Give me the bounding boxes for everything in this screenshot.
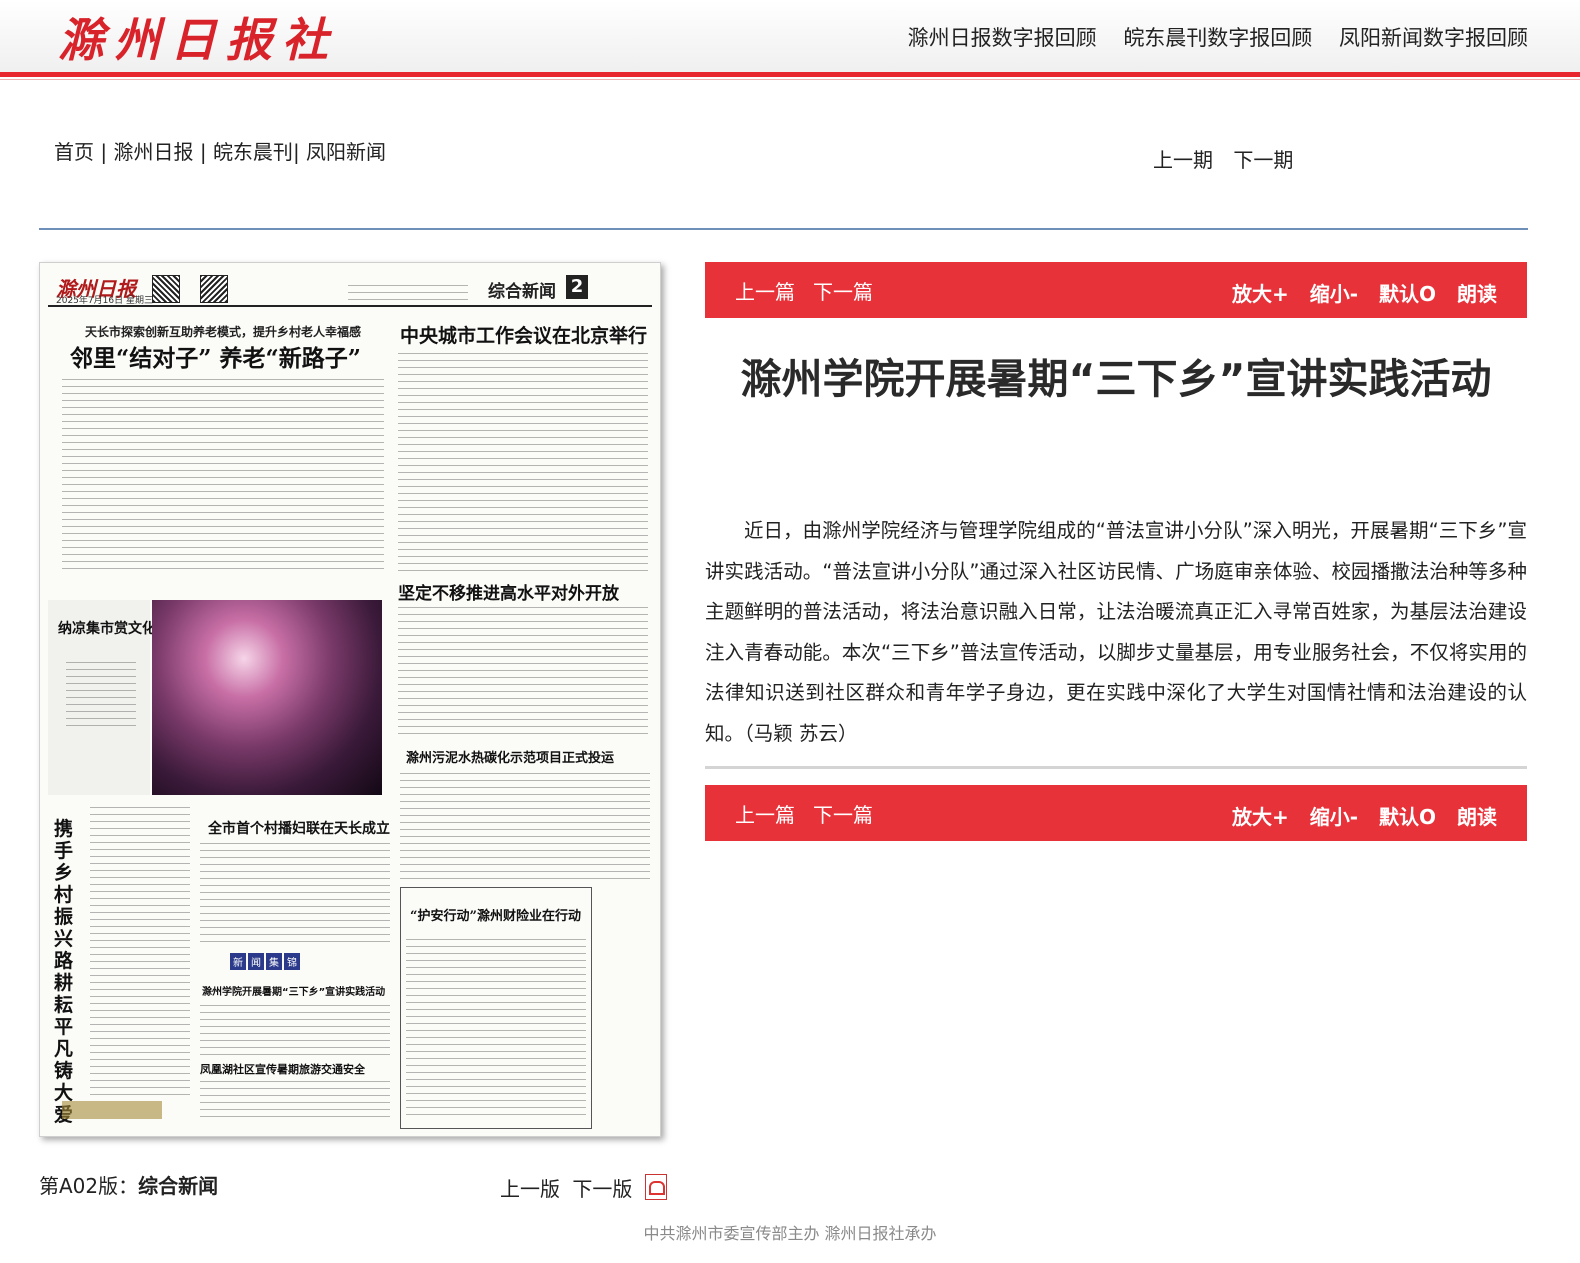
dance-performance-photo[interactable] xyxy=(152,600,382,795)
article-kicker[interactable]: 天长市探索创新互助养老模式，提升乡村老人幸福感 xyxy=(85,323,361,340)
article-headline-finance[interactable]: “护安行动”滁州财险业在行动 xyxy=(410,905,581,924)
article-toolbar-top: 上一篇 下一篇 放大+ 缩小- 默认O 朗读 xyxy=(705,262,1527,318)
nav-separator: | xyxy=(199,140,207,164)
qr-code-icon xyxy=(152,275,180,303)
issue-nav: 上一期 下一期 xyxy=(1153,144,1307,173)
pdf-download-icon[interactable] xyxy=(644,1174,667,1200)
nav-wandong[interactable]: 皖东晨刊 xyxy=(213,140,293,164)
article-headline-vertical[interactable]: 携手乡村振兴路 耕耘平凡铸大爱 xyxy=(54,818,76,1126)
page-label-name: 综合新闻 xyxy=(138,1174,219,1198)
zoom-out-button[interactable]: 缩小- xyxy=(1310,805,1358,829)
nav-fengyang[interactable]: 凤阳新闻 xyxy=(306,140,386,164)
next-article-link[interactable]: 下一篇 xyxy=(813,276,873,305)
article-headline-city-conference[interactable]: 中央城市工作会议在北京举行 xyxy=(400,321,647,348)
brief-tag-char: 新 xyxy=(230,953,246,970)
editor-credits xyxy=(348,281,468,301)
link-fengyang-archive[interactable]: 凤阳新闻数字报回顾 xyxy=(1339,26,1528,50)
zoom-in-button[interactable]: 放大+ xyxy=(1232,282,1289,306)
prev-article-link[interactable]: 上一篇 xyxy=(735,799,795,828)
nav-chuzhou-daily[interactable]: 滁州日报 xyxy=(113,140,193,164)
link-chuzhou-daily-archive[interactable]: 滁州日报数字报回顾 xyxy=(908,26,1097,50)
prev-issue-link[interactable]: 上一期 xyxy=(1153,148,1213,172)
article-text-block xyxy=(400,769,650,879)
footer-decoration xyxy=(62,1101,162,1119)
qr-code-icon xyxy=(200,275,228,303)
article-headline-sludge[interactable]: 滁州污泥水热碳化示范项目正式投运 xyxy=(406,747,614,766)
archive-links: 滁州日报数字报回顾 皖东晨刊数字报回顾 凤阳新闻数字报回顾 xyxy=(888,22,1528,52)
article-divider xyxy=(705,766,1527,769)
photo-caption-text xyxy=(66,658,136,728)
page-label-prefix: 第A02版： xyxy=(39,1174,139,1198)
article-headline-main[interactable]: 邻里“结对子” 养老“新路子” xyxy=(70,339,361,373)
link-wandong-archive[interactable]: 皖东晨刊数字报回顾 xyxy=(1123,26,1312,50)
article-text-block xyxy=(406,935,586,1121)
site-logo[interactable]: 滁州日报社 xyxy=(58,4,338,70)
brief-tag-char: 集 xyxy=(266,953,282,970)
read-aloud-button[interactable]: 朗读 xyxy=(1457,805,1497,829)
page-nav: 上一版 下一版 xyxy=(500,1170,673,1202)
reset-size-button[interactable]: 默认O xyxy=(1379,805,1436,829)
zoom-out-button[interactable]: 缩小- xyxy=(1310,282,1358,306)
page-label: 第A02版：综合新闻 xyxy=(39,1170,218,1199)
header-divider-thin xyxy=(0,79,1580,80)
newspaper-page-image[interactable]: 滁州日报 2025年7月16日 星期三 综合新闻 2 天长市探索创新互助养老模式… xyxy=(39,262,661,1137)
header-divider xyxy=(0,72,1580,77)
article-text-block xyxy=(200,1077,390,1123)
read-aloud-button[interactable]: 朗读 xyxy=(1457,282,1497,306)
reset-size-button[interactable]: 默认O xyxy=(1379,282,1436,306)
article-toolbar-bottom: 上一篇 下一篇 放大+ 缩小- 默认O 朗读 xyxy=(705,785,1527,841)
zoom-in-button[interactable]: 放大+ xyxy=(1232,805,1289,829)
article-text-block xyxy=(200,839,390,943)
article-text-block xyxy=(398,349,648,571)
reading-tools: 放大+ 缩小- 默认O 朗读 xyxy=(1218,801,1497,830)
reading-tools: 放大+ 缩小- 默认O 朗读 xyxy=(1218,278,1497,307)
site-header: 滁州日报社 滁州日报数字报回顾 皖东晨刊数字报回顾 凤阳新闻数字报回顾 xyxy=(0,0,1580,74)
article-text-block xyxy=(90,803,190,1098)
next-article-link[interactable]: 下一篇 xyxy=(813,799,873,828)
nav-separator: | xyxy=(292,140,300,164)
article-headline-fenghuang[interactable]: 凤凰湖社区宣传暑期旅游交通安全 xyxy=(200,1061,365,1077)
nav-home[interactable]: 首页 xyxy=(54,140,94,164)
article-title: 滁州学院开展暑期“三下乡”宣讲实践活动 xyxy=(740,355,1492,403)
paper-section-name: 综合新闻 xyxy=(488,282,556,302)
nav-separator: | xyxy=(100,140,108,164)
article-body: 近日，由滁州学院经济与管理学院组成的“普法宣讲小分队”深入明光，开展暑期“三下乡… xyxy=(705,519,1527,745)
article-text-block xyxy=(62,375,384,575)
article-text-block xyxy=(200,1001,390,1055)
nav-divider xyxy=(39,228,1528,230)
prev-page-link[interactable]: 上一版 xyxy=(500,1177,560,1201)
brief-tag-char: 锦 xyxy=(284,953,300,970)
article-headline-live-stream[interactable]: 全市首个村播妇联在天长成立 xyxy=(208,818,390,838)
site-footer: 中共滁州市委宣传部主办 滁州日报社承办 xyxy=(643,1224,937,1243)
article-text-block xyxy=(398,603,648,739)
next-page-link[interactable]: 下一版 xyxy=(572,1177,632,1201)
paper-nav: 首页 | 滁州日报 | 皖东晨刊| 凤阳新闻 xyxy=(54,136,386,165)
article-headline-opening-up[interactable]: 坚定不移推进高水平对外开放 xyxy=(398,579,619,604)
news-briefs-tag: 新闻集锦 xyxy=(230,953,330,970)
paper-rule xyxy=(48,305,652,307)
article-headline-college[interactable]: 滁州学院开展暑期“三下乡”宣讲实践活动 xyxy=(202,983,385,998)
paper-page-number: 2 xyxy=(566,275,588,299)
brief-tag-char: 闻 xyxy=(248,953,264,970)
prev-article-link[interactable]: 上一篇 xyxy=(735,276,795,305)
next-issue-link[interactable]: 下一期 xyxy=(1233,148,1293,172)
